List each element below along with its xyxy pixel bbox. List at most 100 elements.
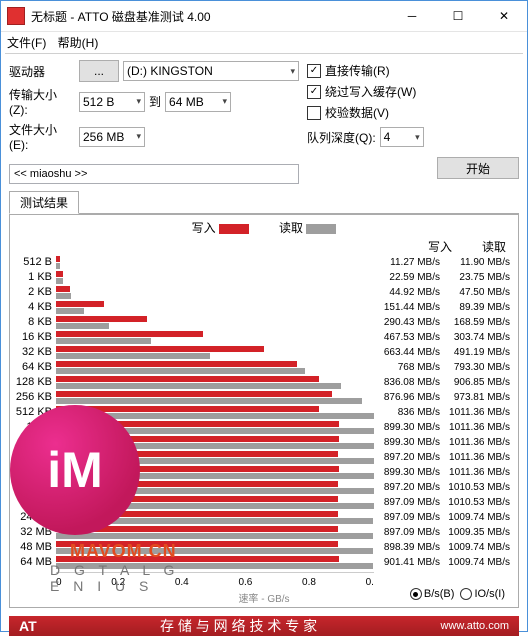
row-label: 1 MB — [14, 420, 56, 435]
bar-cell — [56, 480, 374, 495]
row-label: 1 KB — [14, 270, 56, 285]
close-btn[interactable]: ✕ — [481, 1, 527, 31]
app-icon — [7, 7, 25, 25]
radio-icon — [460, 588, 472, 600]
bar-cell — [56, 360, 374, 375]
row-label: 48 MB — [14, 540, 56, 555]
results-panel: 写入 读取 写入读取 512 B11.27 MB/s11.90 MB/s1 KB… — [9, 214, 519, 608]
write-value: 44.92 MB/s — [374, 285, 444, 300]
bar-cell — [56, 420, 374, 435]
row-label: 8 KB — [14, 315, 56, 330]
write-swatch — [219, 224, 249, 234]
write-value: 151.44 MB/s — [374, 300, 444, 315]
browse-button[interactable]: ... — [79, 60, 119, 82]
read-value: 168.59 MB/s — [444, 315, 514, 330]
chevron-down-icon: ▾ — [415, 132, 420, 143]
bar-cell — [56, 390, 374, 405]
checkbox-icon: ✓ — [307, 64, 321, 78]
write-value: 897.09 MB/s — [374, 525, 444, 540]
minimize-btn[interactable]: ─ — [389, 1, 435, 31]
radio-iops[interactable]: IO/s(I) — [460, 588, 505, 600]
bar-cell — [56, 285, 374, 300]
filesize-label: 文件大小(E): — [9, 121, 75, 152]
write-value: 899.30 MB/s — [374, 435, 444, 450]
write-value: 11.27 MB/s — [374, 255, 444, 270]
row-label: 256 KB — [14, 390, 56, 405]
write-value: 22.59 MB/s — [374, 270, 444, 285]
start-button[interactable]: 开始 — [437, 157, 519, 179]
tab-results[interactable]: 测试结果 — [9, 191, 79, 214]
row-label: 512 B — [14, 255, 56, 270]
read-value: 1009.35 MB/s — [444, 525, 514, 540]
row-label: 64 MB — [14, 555, 56, 570]
write-value: 899.30 MB/s — [374, 465, 444, 480]
checkbox-icon — [307, 106, 321, 120]
transfer-from-select[interactable]: 512 B▾ — [79, 92, 145, 112]
read-value: 1010.53 MB/s — [444, 495, 514, 510]
read-value: 303.74 MB/s — [444, 330, 514, 345]
row-label: 32 KB — [14, 345, 56, 360]
maximize-btn[interactable]: ☐ — [435, 1, 481, 31]
menu-file[interactable]: 文件(F) — [7, 36, 46, 50]
row-label: 64 KB — [14, 360, 56, 375]
bar-cell — [56, 510, 374, 525]
verify-data-checkbox[interactable]: 校验数据(V) — [307, 104, 519, 121]
row-label: 16 MB — [14, 495, 56, 510]
read-value: 89.39 MB/s — [444, 300, 514, 315]
row-label: 2 KB — [14, 285, 56, 300]
description-input[interactable]: << miaoshu >> — [9, 164, 299, 184]
bar-cell — [56, 255, 374, 270]
radio-bps[interactable]: B/s(B) — [410, 588, 455, 600]
row-label: 512 KB — [14, 405, 56, 420]
read-value: 11.90 MB/s — [444, 255, 514, 270]
filesize-select[interactable]: 256 MB▾ — [79, 127, 145, 147]
bar-cell — [56, 330, 374, 345]
read-value: 47.50 MB/s — [444, 285, 514, 300]
drive-select[interactable]: (D:) KINGSTON▾ — [123, 61, 299, 81]
checkbox-icon: ✓ — [307, 85, 321, 99]
row-label: 128 KB — [14, 375, 56, 390]
transfer-to-label: 到 — [149, 93, 161, 110]
titlebar: 无标题 - ATTO 磁盘基准测试 4.00 ─ ☐ ✕ — [1, 1, 527, 32]
chevron-down-icon: ▾ — [222, 96, 227, 107]
bypass-cache-checkbox[interactable]: ✓绕过写入缓存(W) — [307, 83, 519, 100]
write-value: 897.20 MB/s — [374, 450, 444, 465]
x-axis: 00.20.40.60.80. — [56, 572, 374, 588]
chevron-down-icon: ▾ — [290, 66, 295, 77]
read-value: 1009.74 MB/s — [444, 540, 514, 555]
write-value: 898.39 MB/s — [374, 540, 444, 555]
read-value: 1011.36 MB/s — [444, 465, 514, 480]
row-label: 2 MB — [14, 435, 56, 450]
menu-help[interactable]: 帮助(H) — [58, 36, 99, 50]
write-value: 901.41 MB/s — [374, 555, 444, 570]
transfer-to-select[interactable]: 64 MB▾ — [165, 92, 231, 112]
bar-cell — [56, 345, 374, 360]
atto-banner: AT 存 储 与 网 络 技 术 专 家 www.atto.com — [9, 616, 519, 636]
write-value: 836 MB/s — [374, 405, 444, 420]
bar-cell — [56, 300, 374, 315]
read-value: 973.81 MB/s — [444, 390, 514, 405]
window-title: 无标题 - ATTO 磁盘基准测试 4.00 — [31, 8, 389, 25]
bar-cell — [56, 315, 374, 330]
chevron-down-icon: ▾ — [136, 96, 141, 107]
chart-legend: 写入 读取 — [14, 219, 514, 236]
bar-cell — [56, 465, 374, 480]
bar-cell — [56, 270, 374, 285]
read-value: 1009.74 MB/s — [444, 510, 514, 525]
read-value: 1010.53 MB/s — [444, 480, 514, 495]
read-value: 1011.36 MB/s — [444, 450, 514, 465]
bar-cell — [56, 495, 374, 510]
read-value: 23.75 MB/s — [444, 270, 514, 285]
radio-icon — [410, 588, 422, 600]
read-value: 1011.36 MB/s — [444, 420, 514, 435]
direct-transfer-checkbox[interactable]: ✓直接传输(R) — [307, 62, 519, 79]
write-value: 836.08 MB/s — [374, 375, 444, 390]
row-label: 16 KB — [14, 330, 56, 345]
write-value: 663.44 MB/s — [374, 345, 444, 360]
read-swatch — [306, 224, 336, 234]
read-value: 793.30 MB/s — [444, 360, 514, 375]
bar-cell — [56, 450, 374, 465]
bar-cell — [56, 405, 374, 420]
queue-depth-select[interactable]: 4▾ — [380, 127, 424, 147]
row-label: 12 MB — [14, 480, 56, 495]
